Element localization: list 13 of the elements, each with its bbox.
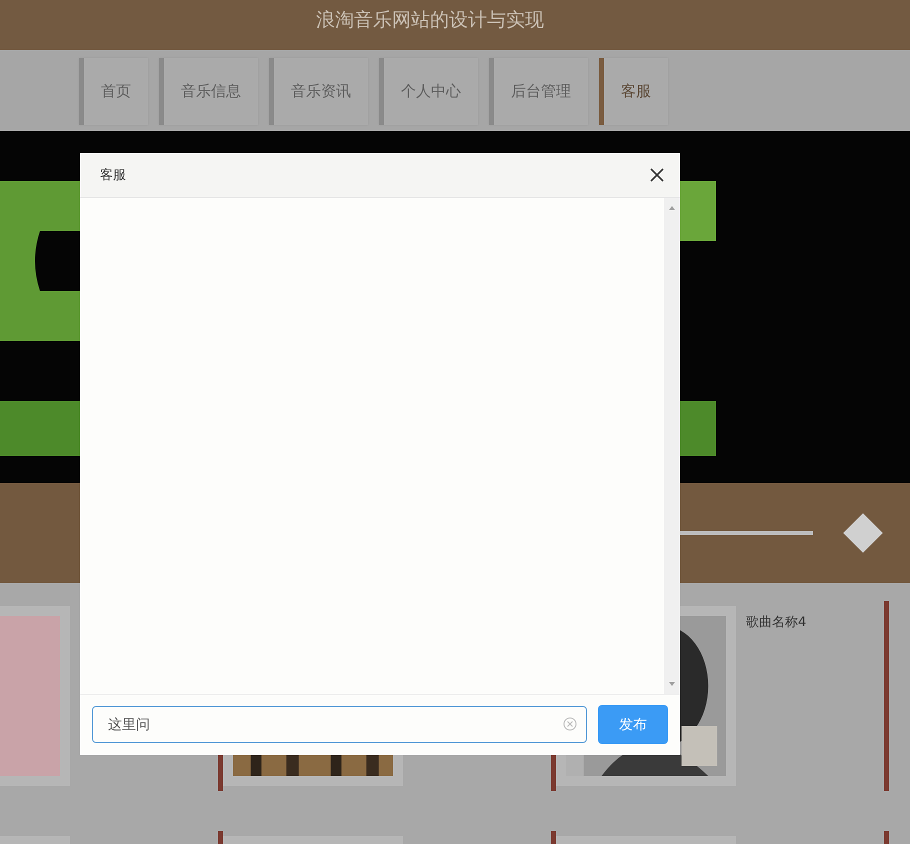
- nav-tab[interactable]: 音乐资讯: [269, 58, 368, 125]
- nav-tab[interactable]: 音乐信息: [159, 58, 258, 125]
- message-field[interactable]: 这里问: [92, 706, 587, 744]
- nav-tab[interactable]: 客服: [599, 58, 668, 125]
- nav-tab[interactable]: 首页: [79, 58, 148, 125]
- dialog-title: 客服: [100, 166, 126, 184]
- nav-tab[interactable]: 后台管理: [489, 58, 588, 125]
- submit-button[interactable]: 发布: [598, 705, 668, 744]
- close-icon[interactable]: [650, 168, 664, 182]
- nav-tab[interactable]: 个人中心: [379, 58, 478, 125]
- song-title[interactable]: 歌曲名称4: [746, 615, 806, 630]
- clear-icon[interactable]: [563, 717, 577, 732]
- site-title: 浪淘音乐网站的设计与实现: [316, 8, 544, 33]
